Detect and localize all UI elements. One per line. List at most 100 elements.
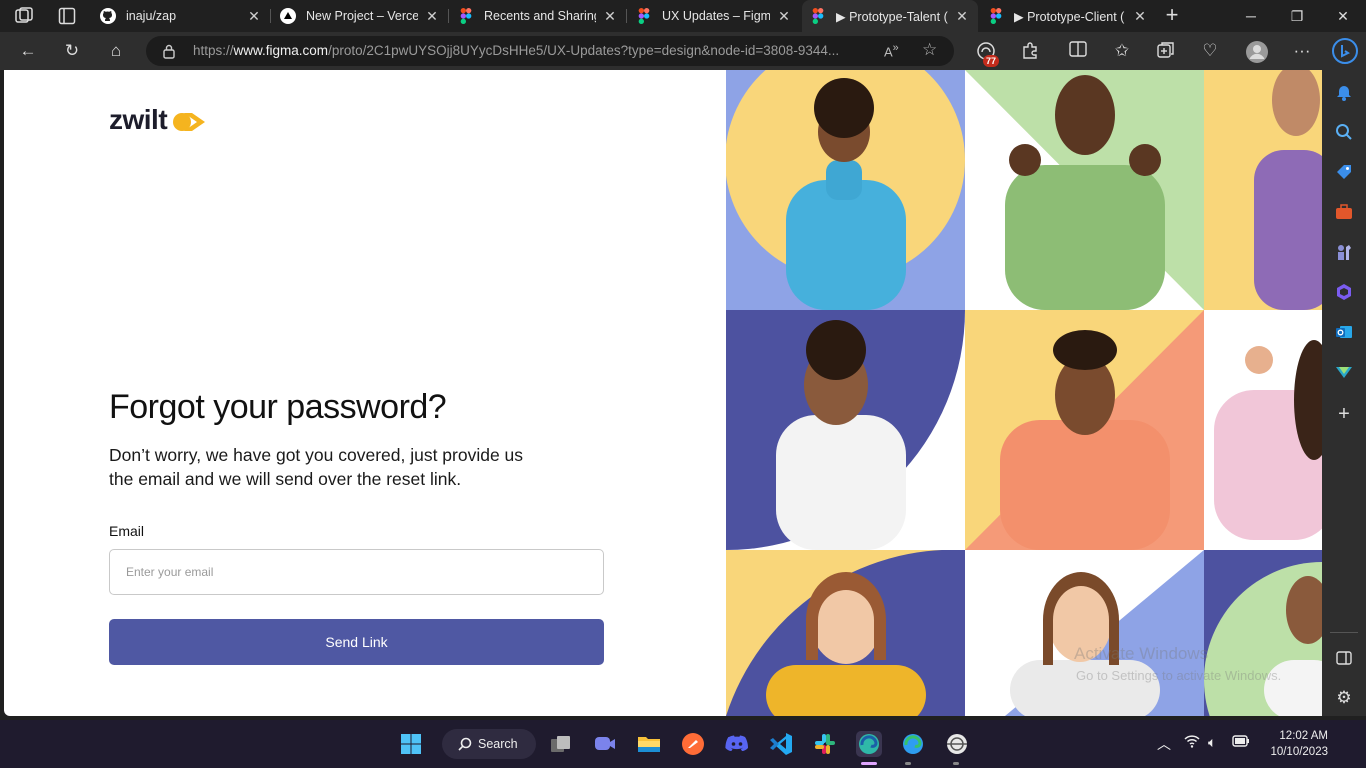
battery-icon[interactable] bbox=[1232, 734, 1250, 750]
photo-tile bbox=[726, 550, 965, 716]
tab-vercel[interactable]: New Project – Vercel ✕ bbox=[272, 0, 448, 32]
more-menu-icon[interactable]: ··· bbox=[1292, 41, 1312, 61]
close-tab-icon[interactable]: ✕ bbox=[246, 8, 262, 24]
logo-text: zwilt bbox=[109, 104, 168, 135]
profile-avatar[interactable] bbox=[1246, 41, 1268, 63]
tab-prototype-client[interactable]: ▶ Prototype-Client ( ✕ bbox=[980, 0, 1156, 32]
add-sidebar-app-icon[interactable]: + bbox=[1334, 403, 1354, 425]
workspaces-icon[interactable] bbox=[14, 7, 34, 25]
windows-taskbar: Search ︿ 🔈︎ 12:02 AM 10/10/2023 bbox=[0, 720, 1366, 768]
read-aloud-icon[interactable]: A» bbox=[884, 42, 899, 59]
home-icon[interactable]: ⌂ bbox=[106, 41, 126, 61]
clock-time: 12:02 AM bbox=[1279, 730, 1328, 742]
url-host: www.figma.com bbox=[233, 43, 329, 58]
close-tab-icon[interactable]: ✕ bbox=[776, 8, 792, 24]
close-window-button[interactable]: ✕ bbox=[1320, 0, 1366, 32]
tab-recents[interactable]: Recents and Sharing ✕ bbox=[450, 0, 626, 32]
clock-date: 10/10/2023 bbox=[1270, 746, 1328, 758]
copilot-hex-icon[interactable] bbox=[1334, 282, 1354, 302]
running-app-indicator bbox=[953, 762, 959, 765]
favorites-icon[interactable]: ✩ bbox=[1112, 41, 1132, 61]
lock-icon[interactable] bbox=[162, 43, 176, 59]
volume-icon[interactable]: 🔈︎ bbox=[1208, 734, 1216, 751]
tab-actions-icon[interactable] bbox=[58, 7, 76, 25]
postman-icon[interactable] bbox=[680, 731, 706, 757]
photo-tile bbox=[965, 550, 1204, 716]
tab-prototype-talent[interactable]: ▶ Prototype-Talent ( ✕ bbox=[802, 0, 978, 32]
split-screen-icon[interactable] bbox=[1068, 41, 1088, 61]
url-text[interactable]: https://www.figma.com/proto/2C1pwUYSOjj8… bbox=[193, 43, 873, 58]
page-title: Forgot your password? bbox=[109, 388, 447, 426]
discord-icon[interactable] bbox=[724, 731, 750, 757]
slack-icon[interactable] bbox=[812, 731, 838, 757]
show-hidden-icons[interactable]: ︿ bbox=[1157, 734, 1171, 754]
browser-essentials-icon[interactable]: ♡ bbox=[1200, 41, 1220, 61]
settings-gear-icon[interactable]: ⚙ bbox=[1334, 688, 1354, 708]
start-menu-icon[interactable] bbox=[398, 731, 424, 757]
photo-tile bbox=[965, 70, 1204, 310]
wifi-icon[interactable] bbox=[1184, 734, 1200, 751]
restore-button[interactable]: ❐ bbox=[1274, 0, 1320, 32]
close-tab-icon[interactable]: ✕ bbox=[424, 8, 440, 24]
activate-windows-subtext: Go to Settings to activate Windows. bbox=[1076, 668, 1282, 683]
vscode-icon[interactable] bbox=[768, 731, 794, 757]
photo-tile bbox=[1204, 550, 1322, 716]
task-view-icon[interactable] bbox=[548, 731, 574, 757]
favorite-star-icon[interactable]: ☆ bbox=[922, 40, 937, 60]
photo-tile bbox=[726, 310, 965, 550]
back-icon[interactable]: ← bbox=[18, 41, 38, 61]
github-icon bbox=[100, 8, 116, 24]
minimize-button[interactable]: ─ bbox=[1228, 0, 1274, 32]
outlook-icon[interactable] bbox=[1334, 322, 1354, 342]
app-globe-icon[interactable] bbox=[944, 731, 970, 757]
tab-strip: inaju/zap ✕ New Project – Vercel ✕ Recen… bbox=[0, 0, 1366, 32]
tab-title: New Project – Vercel bbox=[306, 9, 418, 23]
search-icon bbox=[458, 737, 472, 751]
tab-title: ▶ Prototype-Client ( bbox=[1014, 9, 1125, 24]
url-path: /proto/2C1pwUYSOjj8UYycDsHHe5/UX-Updates… bbox=[328, 43, 840, 58]
tab-title: ▶ Prototype-Talent ( bbox=[836, 9, 948, 24]
tab-separator bbox=[448, 9, 449, 23]
search-icon[interactable] bbox=[1334, 122, 1354, 142]
edge-dev-icon[interactable] bbox=[856, 731, 882, 757]
file-explorer-icon[interactable] bbox=[636, 731, 662, 757]
edge-sidebar: + ⚙ bbox=[1322, 70, 1366, 716]
photo-tile bbox=[1204, 70, 1322, 310]
notification-bell-icon[interactable] bbox=[1334, 82, 1354, 102]
tab-separator bbox=[626, 9, 627, 23]
logo-mark-icon bbox=[173, 113, 206, 131]
address-bar[interactable]: https://www.figma.com/proto/2C1pwUYSOjj8… bbox=[146, 36, 954, 66]
drop-icon[interactable] bbox=[1334, 362, 1354, 382]
zwilt-logo: zwilt bbox=[109, 104, 206, 136]
extension-badge: 77 bbox=[983, 55, 1000, 67]
teams-chat-icon[interactable] bbox=[592, 731, 618, 757]
close-tab-icon[interactable]: ✕ bbox=[1132, 8, 1148, 24]
refresh-icon[interactable]: ↻ bbox=[62, 41, 82, 61]
url-scheme: https:// bbox=[193, 43, 234, 58]
taskbar-search-button[interactable]: Search bbox=[442, 729, 536, 759]
close-tab-icon[interactable]: ✕ bbox=[954, 8, 970, 24]
active-app-indicator bbox=[861, 762, 877, 765]
tools-briefcase-icon[interactable] bbox=[1334, 202, 1354, 222]
games-chess-icon[interactable] bbox=[1334, 242, 1354, 262]
hide-sidebar-icon[interactable] bbox=[1334, 648, 1354, 668]
new-tab-button[interactable]: + bbox=[1162, 4, 1182, 26]
tab-title: inaju/zap bbox=[126, 9, 177, 23]
tab-title: UX Updates – Figma bbox=[662, 9, 770, 23]
close-tab-icon[interactable]: ✕ bbox=[602, 8, 618, 24]
tab-separator bbox=[270, 9, 271, 23]
system-clock[interactable]: 12:02 AM 10/10/2023 bbox=[1258, 728, 1328, 760]
photo-tile bbox=[726, 70, 965, 310]
email-label: Email bbox=[109, 523, 145, 539]
extensions-puzzle-icon[interactable] bbox=[1020, 41, 1040, 61]
figma-icon bbox=[988, 8, 1004, 24]
tab-ux-updates[interactable]: UX Updates – Figma ✕ bbox=[628, 0, 800, 32]
edge-icon[interactable] bbox=[900, 731, 926, 757]
tab-github[interactable]: inaju/zap ✕ bbox=[92, 0, 270, 32]
collections-icon[interactable] bbox=[1156, 41, 1176, 61]
bing-copilot-icon[interactable] bbox=[1332, 38, 1358, 64]
email-field[interactable] bbox=[109, 549, 604, 595]
shopping-tag-icon[interactable] bbox=[1334, 162, 1354, 182]
send-link-button[interactable]: Send Link bbox=[109, 619, 604, 665]
vercel-icon bbox=[280, 8, 296, 24]
